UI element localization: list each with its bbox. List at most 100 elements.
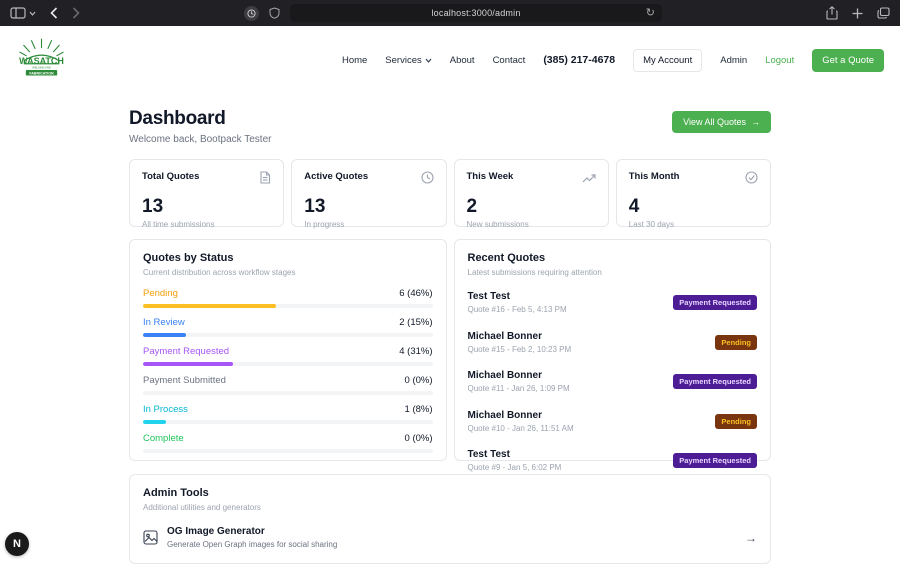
top-navigation: Home Services About Contact (385) 217-46…: [342, 48, 884, 72]
nextjs-dev-indicator[interactable]: N: [5, 532, 29, 556]
reload-icon[interactable]: ↻: [646, 7, 655, 19]
nav-admin-link[interactable]: Admin: [720, 55, 747, 66]
stat-card: This Week 2 New submissions: [453, 159, 609, 229]
status-value: 6 (46%): [399, 288, 433, 299]
stat-label: This Week: [466, 171, 514, 182]
stat-value: 2: [466, 196, 478, 217]
quote-meta: Quote #10 - Jan 26, 11:51 AM: [467, 423, 574, 433]
trending-up-icon: [582, 174, 596, 183]
status-label: Pending: [143, 288, 178, 299]
recent-quote-row[interactable]: Michael Bonner Quote #15 - Feb 2, 10:23 …: [467, 323, 757, 363]
arrow-right-icon: →: [751, 117, 760, 127]
status-progress-fill: [143, 304, 277, 308]
site-logo[interactable]: WASATCH WELDING AND FABRICATION: [18, 34, 65, 86]
status-row: Pending 6 (46%): [143, 288, 433, 308]
nav-phone[interactable]: (385) 217-4678: [543, 54, 615, 66]
status-badge: Pending: [715, 413, 757, 429]
address-url: localhost:3000/admin: [431, 8, 521, 18]
status-label: In Review: [143, 317, 185, 328]
status-progress-track: [143, 420, 433, 424]
admin-tools-subtitle: Additional utilities and generators: [143, 503, 261, 512]
view-all-quotes-button[interactable]: View All Quotes →: [672, 111, 771, 133]
status-row: In Review 2 (15%): [143, 317, 433, 337]
stat-value: 4: [628, 196, 640, 217]
quote-meta: Quote #9 - Jan 5, 6:02 PM: [467, 463, 562, 472]
nav-link[interactable]: Contact: [493, 55, 526, 66]
browser-chrome: localhost:3000/admin ↻: [0, 0, 900, 26]
recent-quote-row[interactable]: Michael Bonner Quote #11 - Jan 26, 1:09 …: [467, 362, 757, 402]
quote-customer-name: Test Test: [467, 449, 510, 460]
quote-meta: Quote #15 - Feb 2, 10:23 PM: [467, 344, 572, 354]
nav-link[interactable]: About: [450, 55, 475, 66]
quote-meta: Quote #11 - Jan 26, 1:09 PM: [467, 384, 570, 393]
stats-grid: Total Quotes 13 All time submissions Act…: [129, 159, 771, 229]
extension-clock-icon[interactable]: [244, 5, 259, 21]
shield-icon[interactable]: [269, 7, 280, 19]
sidebar-toggle-icon[interactable]: [10, 7, 36, 19]
status-value: 0 (0%): [404, 433, 433, 444]
status-badge: Pending: [715, 334, 757, 350]
recent-quote-row[interactable]: Test Test Quote #16 - Feb 5, 4:13 PM Pay…: [467, 283, 757, 323]
forward-button-icon[interactable]: [72, 7, 80, 19]
image-icon: [143, 530, 158, 545]
status-value: 4 (31%): [399, 346, 433, 357]
share-icon[interactable]: [826, 6, 838, 20]
quote-meta: Quote #16 - Feb 5, 4:13 PM: [467, 305, 567, 314]
stat-label: Total Quotes: [142, 171, 200, 182]
check-circle-icon: [745, 171, 758, 184]
status-panel-subtitle: Current distribution across workflow sta…: [143, 268, 296, 277]
stat-label: Active Quotes: [304, 171, 369, 182]
status-value: 1 (8%): [404, 404, 433, 415]
my-account-button[interactable]: My Account: [633, 48, 703, 72]
recent-panel-title: Recent Quotes: [467, 252, 546, 264]
recent-quote-row[interactable]: Test Test Quote #9 - Jan 5, 6:02 PM Paym…: [467, 441, 757, 481]
status-label: Complete: [143, 433, 184, 444]
back-button-icon[interactable]: [50, 7, 58, 19]
status-badge: Payment Requested: [673, 374, 757, 389]
status-badge: Payment Requested: [673, 453, 757, 468]
tool-title: OG Image Generator: [167, 526, 265, 537]
quote-customer-name: Michael Bonner: [467, 370, 542, 381]
tool-row-og-image-generator[interactable]: OG Image Generator Generate Open Graph i…: [143, 526, 757, 549]
stat-sublabel: In progress: [304, 220, 345, 229]
status-value: 2 (15%): [399, 317, 433, 328]
status-value: 0 (0%): [404, 375, 433, 386]
status-row: In Process 1 (8%): [143, 404, 433, 424]
chevron-down-icon: [425, 58, 432, 63]
clock-icon: [420, 171, 434, 184]
stat-sublabel: Last 30 days: [628, 220, 675, 229]
stat-sublabel: New submissions: [466, 220, 529, 229]
status-label: Payment Requested: [143, 346, 230, 357]
nav-logout-link[interactable]: Logout: [765, 55, 794, 66]
nav-link[interactable]: Home: [342, 55, 367, 66]
stat-sublabel: All time submissions: [142, 220, 215, 229]
status-progress-fill: [143, 362, 233, 366]
stat-card: This Month 4 Last 30 days: [615, 159, 771, 229]
status-label: Payment Submitted: [143, 375, 226, 386]
status-progress-track: [143, 333, 433, 337]
status-row: Payment Requested 4 (31%): [143, 346, 433, 366]
svg-text:WASATCH: WASATCH: [19, 56, 64, 66]
status-label: In Process: [143, 404, 188, 415]
page-title: Dashboard: [129, 108, 226, 129]
svg-text:FABRICATION: FABRICATION: [29, 71, 54, 75]
get-a-quote-button[interactable]: Get a Quote: [812, 48, 884, 72]
new-tab-icon[interactable]: [852, 8, 863, 19]
status-progress-fill: [143, 420, 167, 424]
admin-tools-title: Admin Tools: [143, 487, 209, 499]
stat-card: Total Quotes 13 All time submissions: [129, 159, 285, 229]
recent-panel-subtitle: Latest submissions requiring attention: [467, 268, 602, 277]
quote-customer-name: Michael Bonner: [467, 409, 542, 421]
status-progress-track: [143, 449, 433, 453]
quotes-by-status-panel: Quotes by Status Current distribution ac…: [129, 239, 447, 461]
tab-overview-icon[interactable]: [877, 7, 890, 19]
stat-value: 13: [142, 196, 164, 217]
stat-card: Active Quotes 13 In progress: [291, 159, 447, 229]
address-bar[interactable]: localhost:3000/admin ↻: [290, 4, 662, 22]
stat-value: 13: [304, 196, 326, 217]
nav-link[interactable]: Services: [385, 55, 432, 66]
stat-label: This Month: [628, 171, 680, 182]
status-progress-fill: [143, 333, 187, 337]
arrow-right-icon: →: [745, 530, 757, 545]
recent-quote-row[interactable]: Michael Bonner Quote #10 - Jan 26, 11:51…: [467, 402, 757, 442]
